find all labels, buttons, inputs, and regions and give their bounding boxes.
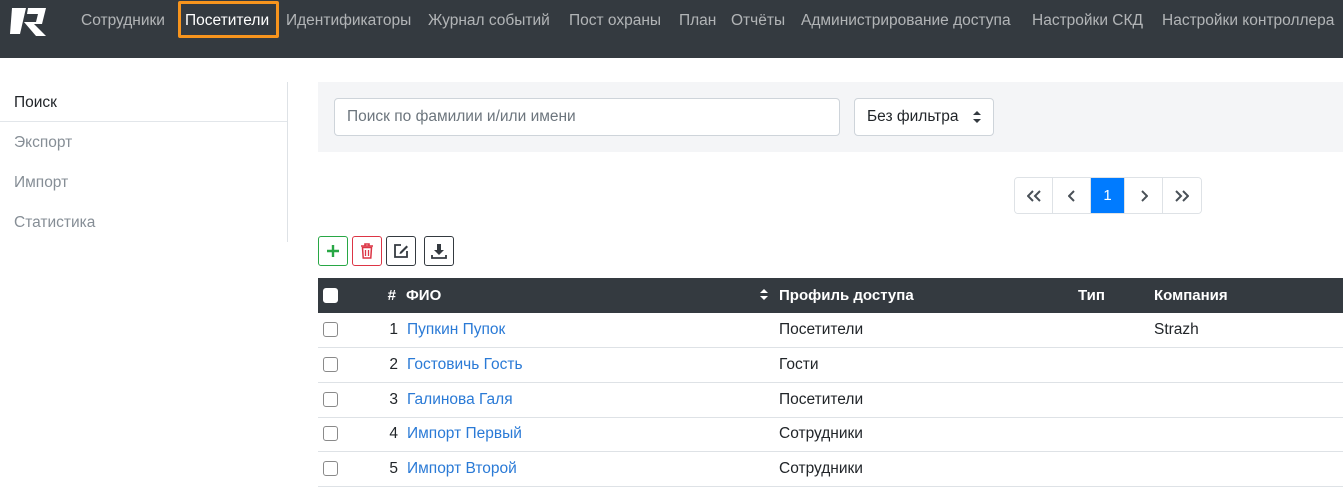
search-input[interactable] bbox=[334, 98, 840, 136]
nav-item-controller-settings[interactable]: Настройки контроллера bbox=[1162, 11, 1334, 31]
nav-item-acs-settings[interactable]: Настройки СКД bbox=[1032, 11, 1143, 31]
trash-icon bbox=[361, 243, 373, 259]
sidebar-item-export[interactable]: Экспорт bbox=[14, 134, 72, 152]
page-prev-button[interactable] bbox=[1053, 178, 1091, 213]
select-arrows-icon bbox=[973, 111, 981, 123]
table-row: 5 Импорт Второй Сотрудники bbox=[318, 452, 1343, 487]
nav-item-identifiers[interactable]: Идентификаторы bbox=[286, 11, 411, 31]
row-profile: Сотрудники bbox=[779, 425, 863, 442]
table-row: 1 Пупкин Пупок Посетители Strazh bbox=[318, 313, 1343, 348]
table-row: 2 Гостовичь Гость Гости bbox=[318, 348, 1343, 383]
row-num: 2 bbox=[389, 356, 398, 373]
column-header-profile[interactable]: Профиль доступа bbox=[779, 287, 914, 304]
nav-item-plan[interactable]: План bbox=[679, 11, 716, 31]
column-header-name[interactable]: ФИО bbox=[406, 287, 441, 304]
table-row: 4 Импорт Первый Сотрудники bbox=[318, 417, 1343, 452]
row-name-link[interactable]: Галинова Галя bbox=[407, 391, 513, 409]
sort-icon[interactable] bbox=[760, 288, 768, 301]
plus-icon bbox=[327, 245, 339, 257]
filter-select[interactable]: Без фильтра bbox=[854, 98, 994, 136]
sidebar-divider bbox=[287, 82, 288, 242]
chevron-right-icon bbox=[1140, 189, 1148, 202]
row-profile: Посетители bbox=[779, 321, 864, 338]
edit-icon bbox=[394, 244, 408, 258]
row-num: 3 bbox=[389, 391, 398, 408]
sidebar-item-import[interactable]: Импорт bbox=[14, 174, 68, 192]
row-checkbox[interactable] bbox=[323, 357, 338, 372]
filter-select-value: Без фильтра bbox=[867, 108, 959, 125]
row-num: 1 bbox=[389, 321, 398, 338]
sidebar-active-underline bbox=[0, 121, 287, 122]
add-button[interactable] bbox=[318, 236, 348, 266]
sidebar-item-statistics[interactable]: Статистика bbox=[14, 214, 95, 232]
row-checkbox[interactable] bbox=[323, 322, 338, 337]
row-name-link[interactable]: Импорт Второй bbox=[407, 460, 517, 478]
download-icon bbox=[431, 244, 447, 259]
pagination: 1 bbox=[1014, 177, 1202, 214]
row-profile: Посетители bbox=[779, 391, 864, 408]
nav-item-employees[interactable]: Сотрудники bbox=[81, 11, 165, 31]
page-next-button[interactable] bbox=[1125, 178, 1163, 213]
select-all-checkbox[interactable] bbox=[323, 288, 338, 303]
row-num: 4 bbox=[389, 425, 398, 442]
page-first-button[interactable] bbox=[1015, 178, 1053, 213]
column-header-num: # bbox=[387, 287, 396, 304]
row-checkbox[interactable] bbox=[323, 426, 338, 441]
page-last-button[interactable] bbox=[1163, 178, 1201, 213]
row-name-link[interactable]: Гостовичь Гость bbox=[407, 356, 523, 374]
row-name-link[interactable]: Пупкин Пупок bbox=[407, 321, 505, 339]
page-current-button[interactable]: 1 bbox=[1091, 178, 1125, 213]
edit-button[interactable] bbox=[386, 236, 416, 266]
double-chevron-right-icon bbox=[1175, 189, 1189, 202]
row-name-link[interactable]: Импорт Первый bbox=[407, 425, 522, 443]
download-button[interactable] bbox=[424, 236, 454, 266]
app-logo-icon[interactable] bbox=[6, 4, 50, 38]
nav-item-reports[interactable]: Отчёты bbox=[731, 11, 785, 31]
double-chevron-left-icon bbox=[1026, 189, 1041, 202]
row-checkbox[interactable] bbox=[323, 392, 338, 407]
column-header-type[interactable]: Тип bbox=[1078, 287, 1105, 304]
sidebar-item-search[interactable]: Поиск bbox=[14, 94, 57, 112]
top-navbar: Сотрудники Посетители Идентификаторы Жур… bbox=[0, 0, 1343, 58]
delete-button[interactable] bbox=[352, 236, 382, 266]
row-company: Strazh bbox=[1154, 321, 1199, 338]
row-num: 5 bbox=[389, 460, 398, 477]
nav-item-access-admin[interactable]: Администрирование доступа bbox=[801, 11, 1011, 31]
nav-item-security-post[interactable]: Пост охраны bbox=[569, 11, 661, 31]
table-header: # ФИО Профиль доступа Тип Компания bbox=[318, 278, 1343, 313]
row-profile: Гости bbox=[779, 356, 819, 373]
row-profile: Сотрудники bbox=[779, 460, 863, 477]
chevron-left-icon bbox=[1067, 189, 1075, 202]
row-checkbox[interactable] bbox=[323, 461, 338, 476]
active-nav-highlight bbox=[178, 1, 279, 38]
table-row: 3 Галинова Галя Посетители bbox=[318, 383, 1343, 418]
nav-item-event-log[interactable]: Журнал событий bbox=[428, 11, 550, 31]
column-header-company[interactable]: Компания bbox=[1154, 287, 1228, 304]
